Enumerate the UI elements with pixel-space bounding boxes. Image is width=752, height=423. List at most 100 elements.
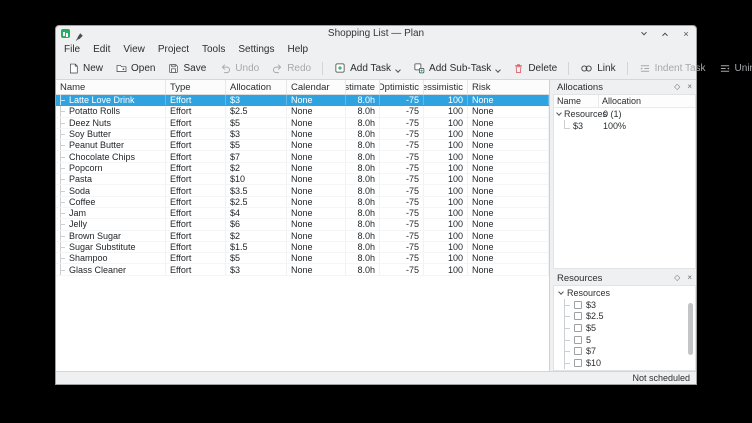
column-header-allocation[interactable]: Allocation: [226, 80, 287, 94]
task-row[interactable]: Deez Nuts Effort $5 None 8.0h -75 100 No…: [56, 118, 549, 129]
titlebar[interactable]: Shopping List — Plan ×: [56, 26, 696, 41]
schedule-status-text: Not scheduled: [632, 373, 690, 383]
float-panel-icon[interactable]: ◇: [674, 83, 680, 91]
menu-item[interactable]: Edit: [93, 44, 110, 55]
task-allocation-cell: $6: [226, 219, 287, 229]
resource-item[interactable]: $2.5: [554, 311, 695, 323]
undo-button[interactable]: Undo: [214, 59, 265, 78]
column-header-estimate[interactable]: Estimate: [346, 80, 380, 94]
allocations-row-resource-child[interactable]: $3 100%: [554, 120, 695, 132]
expander-icon[interactable]: [558, 289, 564, 295]
task-allocation-cell: $3.5: [226, 185, 287, 195]
task-row[interactable]: Pasta Effort $10 None 8.0h -75 100 None: [56, 174, 549, 185]
allocations-column-name[interactable]: Name: [554, 95, 599, 107]
float-panel-icon[interactable]: ◇: [674, 274, 680, 282]
task-name-cell: Deez Nuts: [56, 118, 166, 128]
resources-scrollbar[interactable]: [688, 303, 693, 355]
resource-checkbox[interactable]: [574, 347, 582, 355]
task-pessimistic-cell: 100: [424, 242, 468, 252]
column-header-type[interactable]: Type: [166, 80, 226, 94]
task-row[interactable]: Peanut Butter Effort $5 None 8.0h -75 10…: [56, 140, 549, 151]
resource-item[interactable]: $7: [554, 345, 695, 357]
redo-button[interactable]: Redo: [266, 59, 317, 78]
delete-button[interactable]: Delete: [507, 59, 563, 78]
close-button[interactable]: ×: [681, 29, 691, 39]
resources-list: $3 $2.5: [554, 299, 695, 369]
column-header-name[interactable]: Name: [56, 80, 166, 94]
task-row[interactable]: Jelly Effort $6 None 8.0h -75 100 None: [56, 219, 549, 230]
menu-item[interactable]: Help: [287, 44, 308, 55]
add-sub-task-button[interactable]: Add Sub-Task: [407, 59, 506, 78]
maximize-button[interactable]: [660, 29, 670, 39]
menu-item[interactable]: Project: [158, 44, 189, 55]
menu-item[interactable]: Tools: [202, 44, 225, 55]
menu-item[interactable]: View: [123, 44, 145, 55]
allocations-column-allocation[interactable]: Allocation: [599, 95, 695, 107]
task-row[interactable]: Potatto Rolls Effort $2.5 None 8.0h -75 …: [56, 106, 549, 117]
pin-icon[interactable]: [74, 29, 84, 39]
task-row[interactable]: Sugar Substitute Effort $1.5 None 8.0h -…: [56, 242, 549, 253]
menu-item[interactable]: Settings: [238, 44, 274, 55]
tree-branch-icon: [58, 219, 66, 229]
save-button[interactable]: Save: [162, 59, 212, 78]
new-document-icon: [68, 63, 79, 74]
unindent-task-button[interactable]: Unindent Task: [713, 59, 752, 78]
task-estimate-cell: 8.0h: [346, 174, 380, 184]
task-risk-cell: None: [468, 197, 549, 207]
task-optimistic-cell: -75: [380, 253, 424, 263]
task-estimate-cell: 8.0h: [346, 242, 380, 252]
close-panel-icon[interactable]: ×: [687, 83, 692, 91]
task-risk-cell: None: [468, 118, 549, 128]
task-name-cell: Jam: [56, 208, 166, 218]
open-folder-icon: [116, 63, 127, 74]
resource-checkbox[interactable]: [574, 336, 582, 344]
resource-checkbox[interactable]: [574, 324, 582, 332]
open-button[interactable]: Open: [110, 59, 161, 78]
save-floppy-icon: [168, 63, 179, 74]
resource-item[interactable]: $5: [554, 322, 695, 334]
column-header-risk[interactable]: Risk: [468, 80, 549, 94]
resource-checkbox[interactable]: [574, 359, 582, 367]
resource-label: $5: [586, 323, 596, 333]
link-button[interactable]: Link: [574, 59, 621, 78]
task-pessimistic-cell: 100: [424, 174, 468, 184]
allocations-row-resources[interactable]: Resources 0 (1): [554, 108, 695, 120]
task-pessimistic-cell: 100: [424, 253, 468, 263]
column-header-pessimistic[interactable]: Pessimistic: [424, 80, 468, 94]
task-row[interactable]: Brown Sugar Effort $2 None 8.0h -75 100 …: [56, 231, 549, 242]
task-row[interactable]: Latte Love Drink Effort $3 None 8.0h -75…: [56, 95, 549, 106]
column-header-optimistic[interactable]: Optimistic: [380, 80, 424, 94]
resource-item[interactable]: $10: [554, 357, 695, 369]
task-calendar-cell: None: [287, 264, 346, 274]
task-row[interactable]: Popcorn Effort $2 None 8.0h -75 100 None: [56, 163, 549, 174]
resource-checkbox[interactable]: [574, 312, 582, 320]
add-task-button[interactable]: Add Task: [328, 59, 406, 78]
task-pessimistic-cell: 100: [424, 129, 468, 139]
task-row[interactable]: Glass Cleaner Effort $3 None 8.0h -75 10…: [56, 264, 549, 275]
menu-item[interactable]: File: [64, 44, 80, 55]
resource-checkbox[interactable]: [574, 301, 582, 309]
task-row[interactable]: Shampoo Effort $5 None 8.0h -75 100 None: [56, 253, 549, 264]
expander-icon[interactable]: [556, 110, 562, 116]
tree-branch-icon: [564, 311, 573, 323]
task-risk-cell: None: [468, 242, 549, 252]
task-row[interactable]: Coffee Effort $2.5 None 8.0h -75 100 Non…: [56, 197, 549, 208]
task-row[interactable]: Soy Butter Effort $3 None 8.0h -75 100 N…: [56, 129, 549, 140]
dropdown-caret-icon: [495, 67, 501, 73]
new-button[interactable]: New: [62, 59, 109, 78]
minimize-button[interactable]: [639, 29, 649, 39]
tree-branch-icon: [58, 174, 66, 184]
close-panel-icon[interactable]: ×: [687, 274, 692, 282]
task-row[interactable]: Soda Effort $3.5 None 8.0h -75 100 None: [56, 185, 549, 196]
task-row[interactable]: Jam Effort $4 None 8.0h -75 100 None: [56, 208, 549, 219]
resource-item[interactable]: 5: [554, 334, 695, 346]
task-name-cell: Potatto Rolls: [56, 106, 166, 116]
resources-root-row[interactable]: Resources: [554, 286, 695, 299]
indent-task-button[interactable]: Indent Task: [633, 59, 712, 78]
column-header-calendar[interactable]: Calendar: [287, 80, 346, 94]
resource-item[interactable]: $3: [554, 299, 695, 311]
task-calendar-cell: None: [287, 253, 346, 263]
task-estimate-cell: 8.0h: [346, 197, 380, 207]
task-row[interactable]: Chocolate Chips Effort $7 None 8.0h -75 …: [56, 151, 549, 162]
task-type-cell: Effort: [166, 129, 226, 139]
